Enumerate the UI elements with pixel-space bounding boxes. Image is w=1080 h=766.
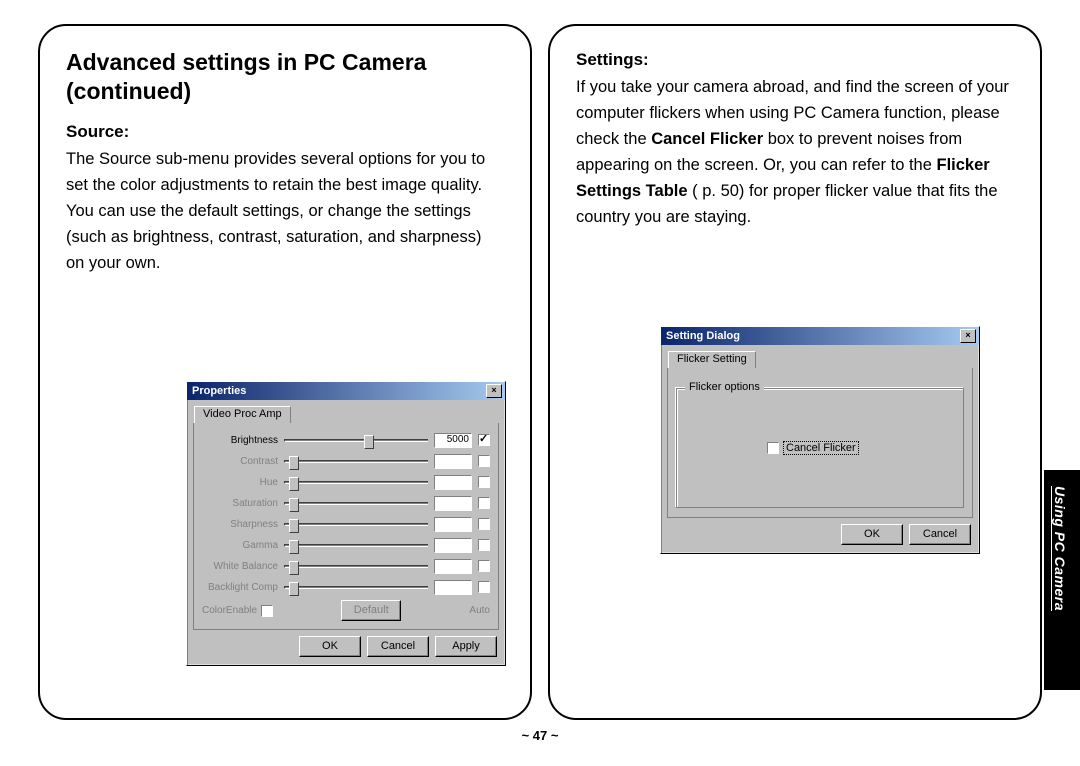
right-column: Settings: If you take your camera abroad… — [548, 24, 1042, 720]
slider-track — [284, 586, 428, 589]
setting-button-row: OK Cancel — [667, 518, 973, 547]
properties-tab-panel: Video Proc Amp Brightness5000ContrastHue… — [193, 423, 499, 630]
slider-value — [434, 475, 472, 490]
slider-value: 5000 — [434, 433, 472, 448]
slider-track — [284, 460, 428, 463]
slider-track — [284, 544, 428, 547]
slider-auto-checkbox[interactable] — [478, 476, 490, 488]
colorenable-label: ColorEnable — [202, 605, 257, 616]
setting-body: Flicker Setting Flicker options Cancel F… — [661, 345, 979, 553]
colorenable-checkbox[interactable] — [261, 605, 273, 617]
apply-button[interactable]: Apply — [435, 636, 497, 657]
slider-value — [434, 496, 472, 511]
slider-value — [434, 454, 472, 469]
slider-label: Gamma — [202, 540, 284, 551]
two-columns: Advanced settings in PC Camera (continue… — [38, 24, 1042, 720]
ok-button[interactable]: OK — [841, 524, 903, 545]
left-column: Advanced settings in PC Camera (continue… — [38, 24, 532, 720]
slider-thumb — [289, 519, 299, 533]
slider-thumb — [289, 456, 299, 470]
setting-titlebar[interactable]: Setting Dialog × — [661, 327, 979, 345]
slider-row-white-balance: White Balance — [202, 557, 490, 575]
manual-page: Advanced settings in PC Camera (continue… — [38, 24, 1042, 742]
slider-row-contrast: Contrast — [202, 452, 490, 470]
slider-row-backlight-comp: Backlight Comp — [202, 578, 490, 596]
settings-heading: Settings: — [576, 50, 1014, 70]
flicker-group-title: Flicker options — [685, 381, 764, 393]
settings-paragraph: If you take your camera abroad, and find… — [576, 74, 1014, 230]
cancel-button[interactable]: Cancel — [909, 524, 971, 545]
slider-row-hue: Hue — [202, 473, 490, 491]
slider-track — [284, 523, 428, 526]
slider-label: Hue — [202, 477, 284, 488]
properties-title-text: Properties — [190, 385, 246, 397]
slider-row-sharpness: Sharpness — [202, 515, 490, 533]
slider-label: Contrast — [202, 456, 284, 467]
ok-button[interactable]: OK — [299, 636, 361, 657]
cancel-flicker-checkbox[interactable] — [767, 442, 779, 454]
slider-auto-checkbox[interactable] — [478, 497, 490, 509]
slider-thumb — [289, 477, 299, 491]
section-tab: Using PC Camera — [1044, 470, 1080, 690]
cancel-flicker-label: Cancel Flicker — [783, 441, 859, 455]
slider-auto-checkbox[interactable] — [478, 539, 490, 551]
slider-row-saturation: Saturation — [202, 494, 490, 512]
properties-dialog: Properties × Video Proc Amp Brightness 50… — [186, 381, 506, 666]
slider-value — [434, 559, 472, 574]
slider-label: Brightness — [202, 435, 284, 446]
slider-auto-checkbox[interactable] — [478, 560, 490, 572]
slider-thumb — [289, 498, 299, 512]
slider-value — [434, 580, 472, 595]
slider-row-brightness: Brightness 5000 — [202, 431, 490, 449]
slider-auto-checkbox[interactable] — [478, 518, 490, 530]
default-button[interactable]: Default — [341, 600, 401, 621]
slider-row-gamma: Gamma — [202, 536, 490, 554]
cancel-flicker-row: Cancel Flicker — [767, 441, 859, 455]
slider-label: Saturation — [202, 498, 284, 509]
properties-body: Video Proc Amp Brightness 5000 Contrast Hue… — [187, 400, 505, 665]
slider-track[interactable] — [284, 439, 428, 442]
slider-thumb — [289, 561, 299, 575]
properties-button-row: OK Cancel Apply — [193, 630, 499, 659]
close-icon[interactable]: × — [486, 384, 502, 398]
auto-label: Auto — [469, 605, 490, 616]
slider-value — [434, 538, 472, 553]
flicker-options-group: Flicker options Cancel Flicker — [676, 388, 964, 508]
slider-thumb — [289, 540, 299, 554]
cancel-button[interactable]: Cancel — [367, 636, 429, 657]
slider-thumb — [289, 582, 299, 596]
slider-label: White Balance — [202, 561, 284, 572]
tab-video-proc-amp[interactable]: Video Proc Amp — [194, 406, 291, 423]
slider-label: Sharpness — [202, 519, 284, 530]
close-icon[interactable]: × — [960, 329, 976, 343]
slider-value — [434, 517, 472, 532]
slider-auto-checkbox[interactable] — [478, 455, 490, 467]
slider-track — [284, 481, 428, 484]
properties-bottom-row: ColorEnable Default Auto — [202, 600, 490, 621]
page-title: Advanced settings in PC Camera (continue… — [66, 48, 504, 106]
section-tab-label: Using PC Camera — [1052, 486, 1068, 611]
page-number: ~ 47 ~ — [38, 728, 1042, 743]
source-paragraph: The Source sub-menu provides several opt… — [66, 146, 504, 276]
setting-title-text: Setting Dialog — [664, 330, 740, 342]
slider-track — [284, 565, 428, 568]
properties-titlebar[interactable]: Properties × — [187, 382, 505, 400]
slider-label: Backlight Comp — [202, 582, 284, 593]
slider-track — [284, 502, 428, 505]
slider-thumb[interactable] — [364, 435, 374, 449]
setting-dialog: Setting Dialog × Flicker Setting Flicker… — [660, 326, 980, 554]
slider-auto-checkbox[interactable] — [478, 434, 490, 446]
slider-auto-checkbox[interactable] — [478, 581, 490, 593]
tab-flicker-setting[interactable]: Flicker Setting — [668, 351, 756, 368]
source-heading: Source: — [66, 122, 504, 142]
setting-tab-panel: Flicker Setting Flicker options Cancel F… — [667, 368, 973, 518]
